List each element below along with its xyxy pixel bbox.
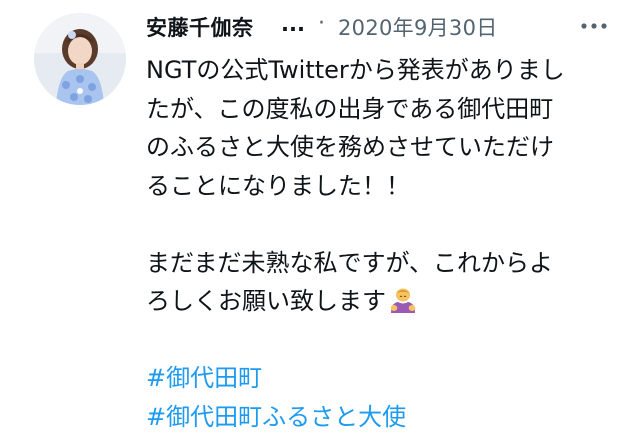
tweet-text-line: まだまだ未熟な私ですが、これからよ <box>146 248 554 277</box>
avatar[interactable] <box>34 13 126 105</box>
separator-dot: · <box>318 11 325 36</box>
hashtag-link[interactable]: #御代田町 <box>146 359 616 398</box>
tweet-date[interactable]: 2020年9月30日 <box>338 12 498 42</box>
tweet-header: 安藤千伽奈 ... · 2020年9月30日 <box>146 6 626 46</box>
tweet-text-line: NGTの公式Twitterから発表がありまし <box>146 56 565 84</box>
tweet-card[interactable]: 安藤千伽奈 ... · 2020年9月30日 NGTの公式Twitterから発表… <box>0 0 637 440</box>
more-options-button[interactable] <box>576 12 612 42</box>
tweet-text: NGTの公式Twitterから発表がありまし たが、この度私の出身である御代田町… <box>146 51 616 436</box>
author-name[interactable]: 安藤千伽奈 <box>146 12 254 42</box>
hashtag-link[interactable]: #御代田町ふるさと大使 <box>146 398 616 437</box>
tweet-text-line: たが、この度私の出身である御代田町 <box>146 94 554 123</box>
tweet-text-line: ろしくお願い致します <box>146 287 386 315</box>
person-bowing-emoji <box>390 288 416 313</box>
name-truncation: ... <box>281 12 305 36</box>
avatar-photo <box>34 13 126 105</box>
more-options-icon <box>581 23 607 29</box>
tweet-text-line: のふるさと大使を務めさせていただけ <box>146 133 554 161</box>
tweet-text-line: ることになりました！！ <box>146 171 410 200</box>
tweet-text-line-with-emoji: ろしくお願い致します <box>146 282 616 321</box>
